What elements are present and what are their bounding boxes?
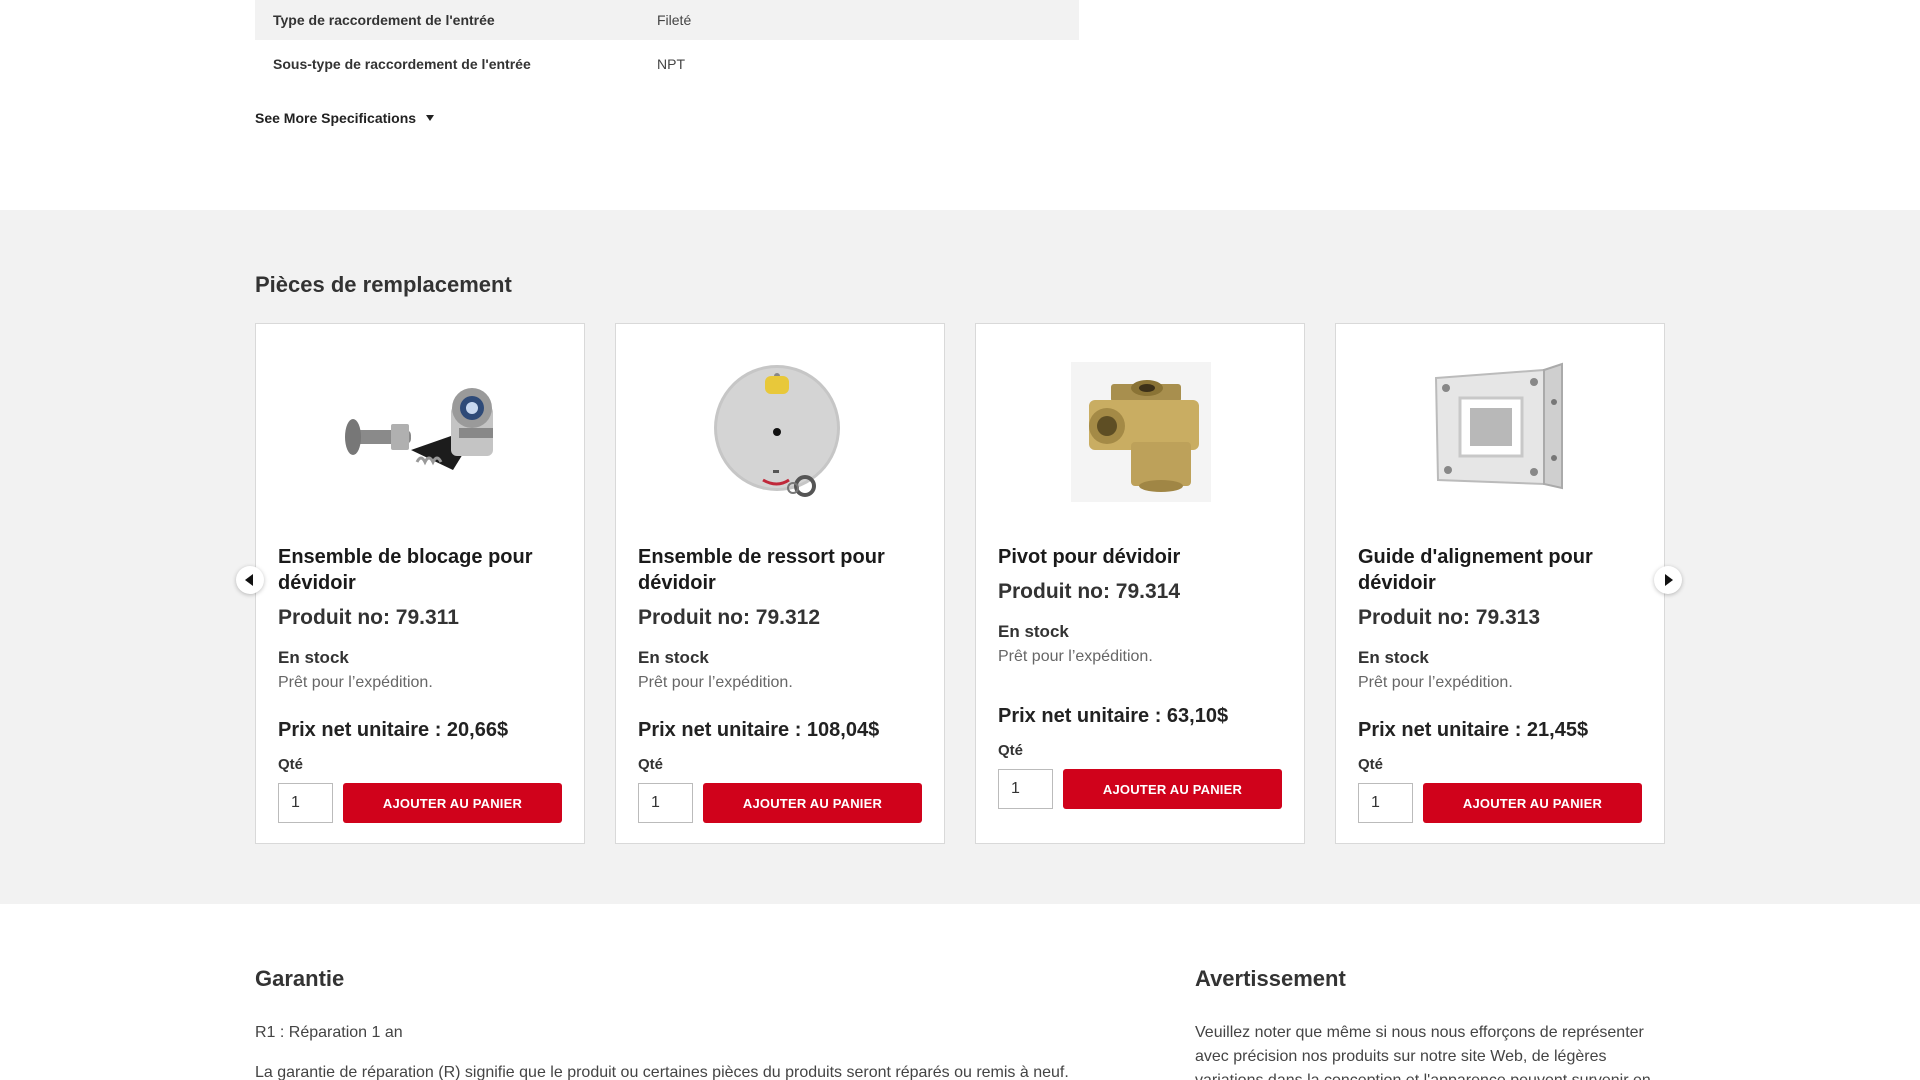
product-card: Ensemble de blocage pour dévidoir Produi… xyxy=(255,323,585,844)
product-number: Produit no: 79.313 xyxy=(1358,606,1541,629)
warning-text: Veuillez noter que même si nous nous eff… xyxy=(1195,1024,1651,1080)
warning-title: Avertissement xyxy=(1195,966,1346,991)
cart-actions: AJOUTER AU PANIER xyxy=(278,783,568,823)
stock-status: En stock xyxy=(638,648,709,667)
product-image[interactable] xyxy=(976,362,1306,502)
product-info: Guide d'alignement pour dévidoir Produit… xyxy=(1358,544,1648,823)
spec-row: Type de raccordement de l'entrée Fileté xyxy=(255,0,1079,40)
product-image[interactable] xyxy=(1336,362,1666,502)
quantity-input[interactable] xyxy=(1358,783,1413,823)
warranty-description: La garantie de réparation (R) signifie q… xyxy=(255,1064,1069,1080)
cart-actions: AJOUTER AU PANIER xyxy=(638,783,928,823)
see-more-specifications-link[interactable]: See More Specifications xyxy=(255,110,435,126)
spec-row: Sous-type de raccordement de l'entrée NP… xyxy=(255,40,1079,88)
quantity-label: Qté xyxy=(1358,756,1384,773)
stock-status: En stock xyxy=(1358,648,1429,667)
add-to-cart-button[interactable]: AJOUTER AU PANIER xyxy=(1063,769,1282,809)
cart-actions: AJOUTER AU PANIER xyxy=(1358,783,1648,823)
product-name[interactable]: Guide d'alignement pour dévidoir xyxy=(1358,544,1648,596)
product-info: Ensemble de ressort pour dévidoir Produi… xyxy=(638,544,928,823)
add-to-cart-button[interactable]: AJOUTER AU PANIER xyxy=(1423,783,1642,823)
warranty-section: Garantie R1 : Réparation 1 an La garanti… xyxy=(255,966,1115,1080)
product-image[interactable] xyxy=(256,362,586,502)
section-title: Pièces de remplacement xyxy=(255,272,512,297)
shipping-status: Prêt pour l’expédition. xyxy=(1358,674,1513,691)
product-card: Pivot pour dévidoir Produit no: 79.314 E… xyxy=(975,323,1305,844)
spec-value: NPT xyxy=(657,56,685,72)
product-card: Ensemble de ressort pour dévidoir Produi… xyxy=(615,323,945,844)
stock-status: En stock xyxy=(998,622,1069,641)
arrow-right-icon xyxy=(1665,574,1673,586)
product-card: Guide d'alignement pour dévidoir Produit… xyxy=(1335,323,1665,844)
arrow-left-icon xyxy=(245,574,253,586)
product-name[interactable]: Ensemble de ressort pour dévidoir xyxy=(638,544,928,596)
spec-key: Type de raccordement de l'entrée xyxy=(273,12,495,28)
quantity-label: Qté xyxy=(638,756,664,773)
shipping-status: Prêt pour l’expédition. xyxy=(278,674,433,691)
quantity-input[interactable] xyxy=(998,769,1053,809)
quantity-input[interactable] xyxy=(638,783,693,823)
replacement-parts-section: Pièces de remplacement Ensemble de bloca… xyxy=(0,210,1920,904)
product-info: Pivot pour dévidoir Produit no: 79.314 E… xyxy=(998,544,1288,809)
cart-actions: AJOUTER AU PANIER xyxy=(998,769,1288,809)
spec-key: Sous-type de raccordement de l'entrée xyxy=(273,56,531,72)
product-info: Ensemble de blocage pour dévidoir Produi… xyxy=(278,544,568,823)
shipping-status: Prêt pour l’expédition. xyxy=(638,674,793,691)
unit-price: Prix net unitaire : 108,04$ xyxy=(638,719,880,741)
swivel-image xyxy=(1071,362,1211,502)
product-number: Produit no: 79.314 xyxy=(998,580,1181,603)
quantity-input[interactable] xyxy=(278,783,333,823)
shipping-status: Prêt pour l’expédition. xyxy=(998,648,1153,665)
product-number: Produit no: 79.311 xyxy=(278,606,459,629)
product-image[interactable] xyxy=(616,362,946,502)
carousel-next-button[interactable] xyxy=(1654,566,1682,594)
warranty-line: R1 : Réparation 1 an xyxy=(255,1024,403,1041)
product-carousel: Ensemble de blocage pour dévidoir Produi… xyxy=(255,323,1665,844)
quantity-label: Qté xyxy=(998,742,1024,759)
spec-value: Fileté xyxy=(657,12,692,28)
warranty-title: Garantie xyxy=(255,966,345,991)
specifications-table: Type de raccordement de l'entrée Fileté … xyxy=(255,0,1079,88)
product-name[interactable]: Pivot pour dévidoir xyxy=(998,544,1288,570)
add-to-cart-button[interactable]: AJOUTER AU PANIER xyxy=(703,783,922,823)
spring-assembly-image xyxy=(714,365,840,497)
unit-price: Prix net unitaire : 63,10$ xyxy=(998,705,1229,727)
carousel-prev-button[interactable] xyxy=(236,566,264,594)
caret-down-icon xyxy=(426,115,435,121)
stock-status: En stock xyxy=(278,648,349,667)
add-to-cart-button[interactable]: AJOUTER AU PANIER xyxy=(343,783,562,823)
unit-price: Prix net unitaire : 20,66$ xyxy=(278,719,509,741)
alignment-guide-image xyxy=(1434,362,1563,490)
page: Type de raccordement de l'entrée Fileté … xyxy=(0,0,1920,1080)
see-more-label: See More Specifications xyxy=(255,110,417,126)
warning-section: Avertissement Veuillez noter que même si… xyxy=(1195,966,1665,1080)
quantity-label: Qté xyxy=(278,756,304,773)
unit-price: Prix net unitaire : 21,45$ xyxy=(1358,719,1589,741)
latch-assembly-image xyxy=(345,388,493,470)
product-number: Produit no: 79.312 xyxy=(638,606,821,629)
product-name[interactable]: Ensemble de blocage pour dévidoir xyxy=(278,544,568,596)
